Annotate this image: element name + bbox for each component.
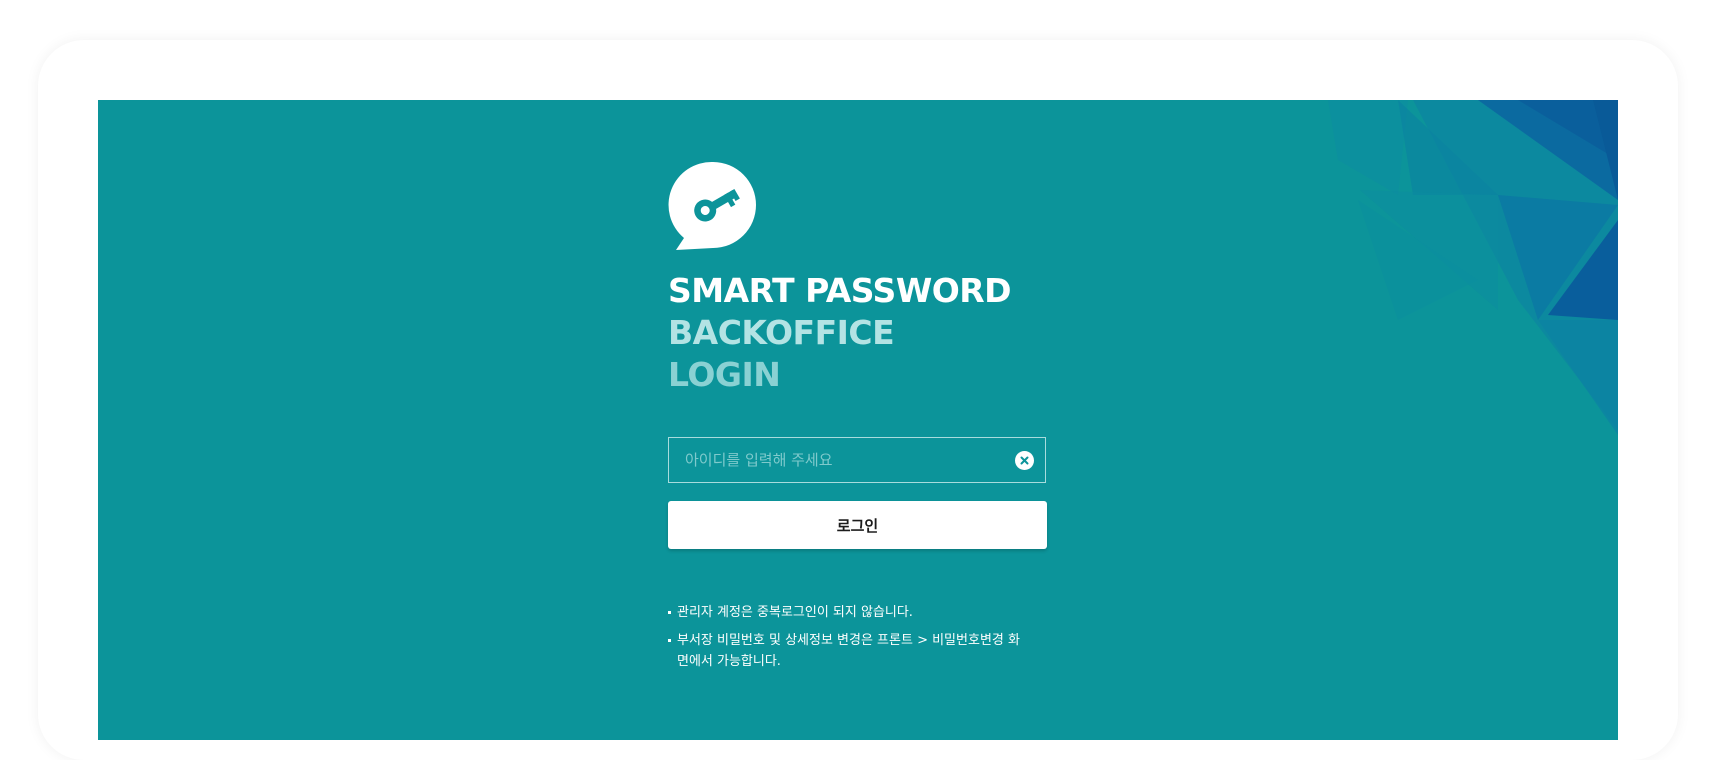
clear-input-button[interactable]	[1015, 451, 1034, 470]
login-button[interactable]: 로그인	[668, 501, 1047, 549]
notice-item-duplicate-login: 관리자 계정은 중복로그인이 되지 않습니다.	[668, 602, 1028, 623]
close-circle-icon	[1020, 456, 1029, 465]
id-input[interactable]	[669, 438, 999, 482]
title-line-login: LOGIN	[668, 355, 781, 394]
login-panel: SMART PASSWORD BACKOFFICE LOGIN 로그인 관리자 …	[98, 100, 1618, 740]
page-title: SMART PASSWORD BACKOFFICE LOGIN	[668, 270, 1012, 396]
notice-list: 관리자 계정은 중복로그인이 되지 않습니다. 부서장 비밀번호 및 상세정보 …	[668, 602, 1028, 679]
id-field	[668, 437, 1046, 483]
title-line-backoffice: BACKOFFICE	[668, 313, 895, 352]
title-line-smart-password: SMART PASSWORD	[668, 271, 1012, 310]
notice-item-password-change: 부서장 비밀번호 및 상세정보 변경은 프론트 > 비밀번호변경 화면에서 가능…	[668, 630, 1028, 672]
key-speech-bubble-icon	[668, 160, 758, 252]
